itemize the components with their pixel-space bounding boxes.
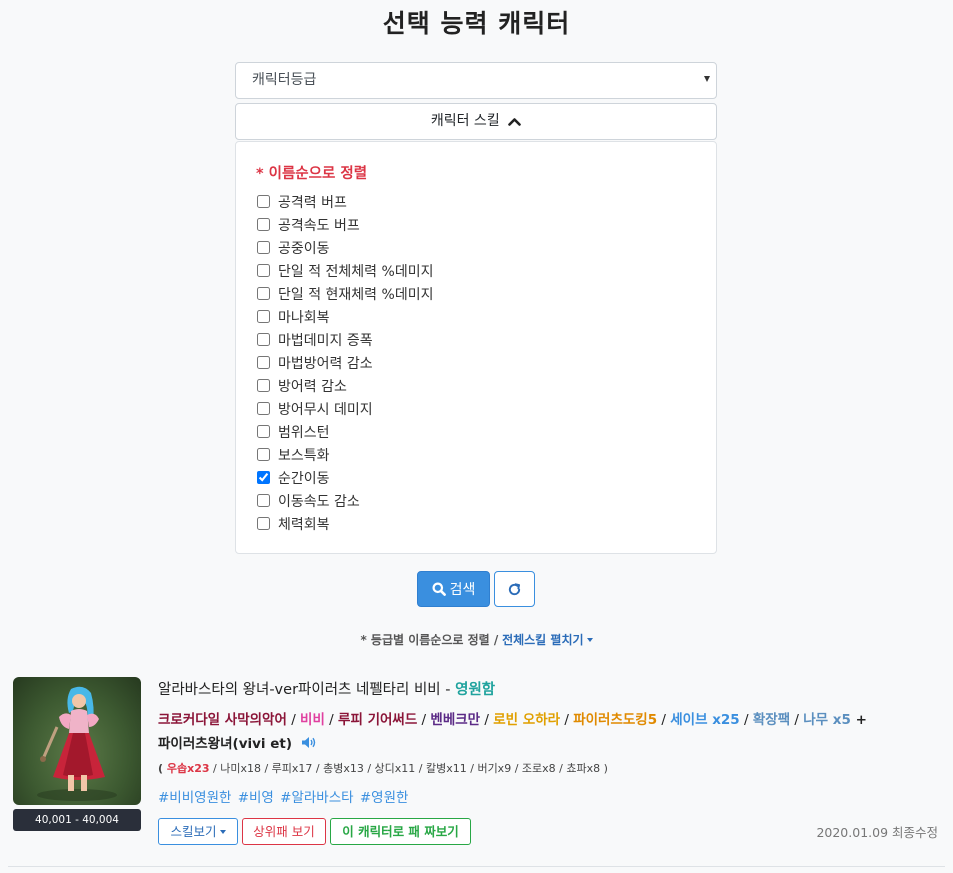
skill-toggle-button[interactable]: 캐릭터 스킬 bbox=[235, 103, 717, 140]
skill-checkbox[interactable] bbox=[257, 448, 270, 461]
character-name[interactable]: 알라바스타의 왕녀-ver파이러츠 네펠타리 비비 bbox=[158, 682, 441, 698]
character-image bbox=[37, 686, 117, 801]
skill-checkbox[interactable] bbox=[257, 333, 270, 346]
skill-option[interactable]: 이동속도 감소 bbox=[256, 489, 433, 512]
grade-select[interactable]: 캐릭터등급 bbox=[235, 62, 717, 99]
skill-label: 보스특화 bbox=[278, 447, 330, 464]
skill-checkbox[interactable] bbox=[257, 218, 270, 231]
skill-checkbox[interactable] bbox=[257, 425, 270, 438]
skill-option[interactable]: 공격력 버프 bbox=[256, 190, 433, 213]
skill-checkbox[interactable] bbox=[257, 264, 270, 277]
team-unit: 파이러츠왕녀(vivi et) bbox=[158, 736, 293, 752]
skill-label: 이동속도 감소 bbox=[278, 493, 360, 510]
skill-option[interactable]: 체력회복 bbox=[256, 512, 433, 535]
speaker-icon[interactable] bbox=[301, 736, 317, 749]
skill-view-button[interactable]: 스킬보기 bbox=[158, 818, 238, 845]
skill-option[interactable]: 방어력 감소 bbox=[256, 374, 433, 397]
team-unit: 확장팩 bbox=[752, 712, 791, 728]
skill-option[interactable]: 공중이동 bbox=[256, 236, 433, 259]
skill-label: 공중이동 bbox=[278, 240, 330, 257]
skill-label: 방어무시 데미지 bbox=[278, 401, 373, 418]
skill-label: 단일 적 현재체력 %데미지 bbox=[278, 286, 434, 303]
grade-select-value: 캐릭터등급 bbox=[252, 72, 317, 88]
skill-label: 공격력 버프 bbox=[278, 194, 347, 211]
skill-option[interactable]: 단일 적 전체체력 %데미지 bbox=[256, 259, 433, 282]
team-unit: 루피 기어써드 bbox=[338, 712, 418, 728]
skill-option[interactable]: 방어무시 데미지 bbox=[256, 397, 433, 420]
skill-option[interactable]: 순간이동 bbox=[256, 466, 433, 489]
last-modified: 2020.01.09 최종수정 bbox=[816, 825, 938, 840]
skill-checkbox[interactable] bbox=[257, 471, 270, 484]
character-title: 알라바스타의 왕녀-ver파이러츠 네펠타리 비비 - 영원함 bbox=[158, 682, 496, 698]
search-label: 검색 bbox=[449, 582, 476, 598]
skill-list: 공격력 버프공격속도 버프공중이동단일 적 전체체력 %데미지단일 적 현재체력… bbox=[256, 190, 433, 535]
sort-info: * 등급별 이름순으로 정렬 / 전체스킬 펼치기 bbox=[0, 631, 953, 648]
page-title: 선택 능력 캐릭터 bbox=[382, 9, 571, 38]
team-unit: 세이브 x25 bbox=[670, 712, 740, 728]
skill-option[interactable]: 마법방어력 감소 bbox=[256, 351, 433, 374]
team-unit: 비비 bbox=[300, 712, 325, 728]
caret-down-icon bbox=[219, 830, 226, 834]
skill-checkbox[interactable] bbox=[257, 356, 270, 369]
build-with-character-button[interactable]: 이 캐릭터로 패 짜보기 bbox=[330, 818, 471, 845]
caret-down-icon bbox=[586, 638, 593, 642]
sub-unit-counts: ( 우솝x23 / 나미x18 / 루피x17 / 총병x13 / 상디x11 … bbox=[158, 762, 608, 775]
skill-label: 마법방어력 감소 bbox=[278, 355, 373, 372]
skill-option[interactable]: 공격속도 버프 bbox=[256, 213, 433, 236]
skill-option[interactable]: 단일 적 현재체력 %데미지 bbox=[256, 282, 433, 305]
reset-button[interactable] bbox=[494, 571, 535, 607]
skill-option[interactable]: 보스특화 bbox=[256, 443, 433, 466]
sort-info-text: * 등급별 이름순으로 정렬 / bbox=[360, 633, 499, 647]
skill-checkbox[interactable] bbox=[257, 310, 270, 323]
skill-checkbox[interactable] bbox=[257, 402, 270, 415]
skill-checkbox[interactable] bbox=[257, 494, 270, 507]
search-button[interactable]: 검색 bbox=[417, 571, 490, 607]
team-unit: 로빈 오하라 bbox=[493, 712, 561, 728]
team-unit: 파이러츠도킹5 bbox=[573, 712, 658, 728]
price-range-badge: 40,001 - 40,004 bbox=[13, 809, 141, 831]
skill-label: 방어력 감소 bbox=[278, 378, 347, 395]
chevron-up-icon bbox=[508, 118, 521, 126]
skill-option[interactable]: 마법데미지 증폭 bbox=[256, 328, 433, 351]
hashtags[interactable]: #비비영원한 #비영 #알라바스타 #영원한 bbox=[158, 786, 408, 806]
divider bbox=[8, 866, 945, 867]
skill-checkbox[interactable] bbox=[257, 517, 270, 530]
skill-checkbox[interactable] bbox=[257, 195, 270, 208]
skill-label: 공격속도 버프 bbox=[278, 217, 360, 234]
refresh-icon bbox=[508, 582, 521, 595]
skill-checkbox[interactable] bbox=[257, 241, 270, 254]
character-thumbnail[interactable] bbox=[13, 677, 141, 805]
skill-label: 범위스턴 bbox=[278, 424, 330, 441]
skill-label: 마나회복 bbox=[278, 309, 330, 326]
sort-note: * 이름순으로 정렬 bbox=[256, 166, 368, 182]
skill-panel: * 이름순으로 정렬 공격력 버프공격속도 버프공중이동단일 적 전체체력 %데… bbox=[235, 141, 717, 554]
skill-label: 단일 적 전체체력 %데미지 bbox=[278, 263, 434, 280]
skill-option[interactable]: 마나회복 bbox=[256, 305, 433, 328]
skill-toggle-label: 캐릭터 스킬 bbox=[430, 113, 500, 129]
grade-tag: 영원함 bbox=[455, 682, 496, 698]
caret-down-icon bbox=[704, 76, 710, 82]
expand-all-skills-link[interactable]: 전체스킬 펼치기 bbox=[502, 633, 593, 647]
skill-label: 마법데미지 증폭 bbox=[278, 332, 373, 349]
upper-view-button[interactable]: 상위패 보기 bbox=[242, 818, 326, 845]
skill-option[interactable]: 범위스턴 bbox=[256, 420, 433, 443]
search-icon bbox=[432, 582, 446, 596]
team-unit: 벤베크만 bbox=[430, 712, 481, 728]
team-unit: 나무 x5 bbox=[803, 712, 851, 728]
skill-checkbox[interactable] bbox=[257, 379, 270, 392]
team-unit: 크로커다일 사막의악어 bbox=[158, 712, 287, 728]
highlight-unit: 우솝x23 bbox=[166, 762, 210, 775]
team-composition: 크로커다일 사막의악어 / 비비 / 루피 기어써드 / 벤베크만 / 로빈 오… bbox=[158, 712, 867, 752]
skill-label: 순간이동 bbox=[278, 470, 330, 487]
skill-checkbox[interactable] bbox=[257, 287, 270, 300]
skill-label: 체력회복 bbox=[278, 516, 330, 533]
